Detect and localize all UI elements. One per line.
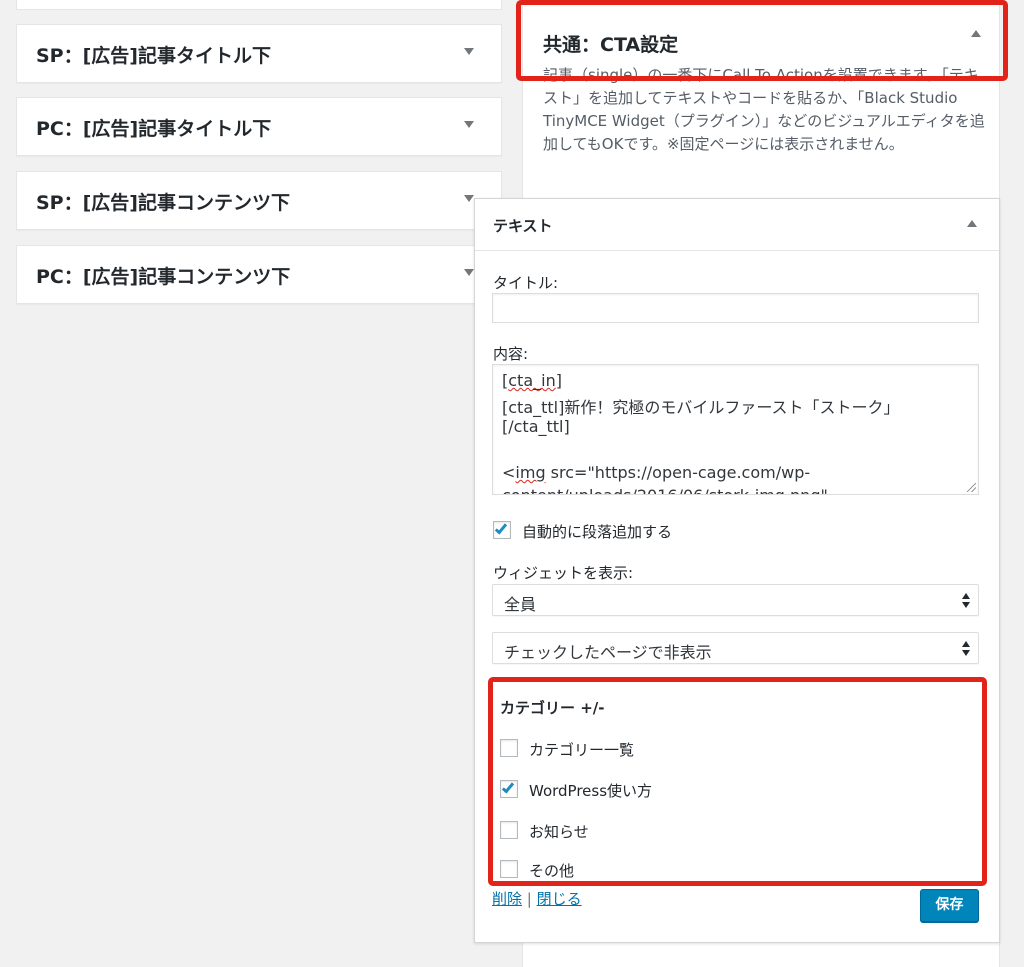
checkmark-icon [494,521,508,535]
cta-description: 記事（single）の一番下にCall To Actionを設置できます。「テキ… [543,66,985,153]
title-label: タイトル: [493,274,559,292]
panel-pc-content-below[interactable]: PC：[広告]記事コンテンツ下 [16,245,502,304]
content-line: content/uploads/2016/06/stork-img.png" [502,486,828,494]
widget-header[interactable]: テキスト [475,199,999,251]
content-label: 内容: [493,345,529,363]
chevron-down-icon[interactable] [464,195,474,202]
widget-title: テキスト [493,217,553,235]
separator: | [526,890,532,908]
category-checkbox[interactable] [500,860,518,878]
content-textarea[interactable]: [cta_in] [cta_ttl]新作！究極のモバイルファースト「ストーク」 … [492,364,979,495]
category-label: カテゴリー一覧 [529,741,635,759]
select-value: チェックしたページで非表示 [504,643,712,662]
category-label: その他 [529,862,575,880]
select-arrows-icon [962,641,972,657]
close-link[interactable]: 閉じる [537,890,582,908]
categories-heading[interactable]: カテゴリー +/- [500,697,605,718]
category-checkbox[interactable] [500,739,518,757]
category-checkbox[interactable] [500,821,518,839]
select-arrows-icon [962,593,972,609]
resize-handle-icon[interactable] [967,483,976,492]
save-button[interactable]: 保存 [920,889,979,922]
autop-checkbox[interactable] [493,521,511,539]
show-widget-label: ウィジェットを表示: [493,564,634,582]
chevron-down-icon[interactable] [464,269,474,276]
chevron-up-icon[interactable] [967,220,977,227]
category-checkbox[interactable] [500,780,518,798]
checkmark-icon [501,780,515,794]
select-value: 全員 [504,595,537,614]
chevron-down-icon[interactable] [464,48,474,55]
panel-title: PC：[広告]記事タイトル下 [36,118,272,140]
panel-pc-title-below[interactable]: PC：[広告]記事タイトル下 [16,97,502,156]
panel-title: SP：[広告]記事コンテンツ下 [36,192,290,214]
content-line: [/cta_ttl] [502,417,570,436]
content-line: [cta_in] [502,371,562,390]
widget-actions: 削除 | 閉じる [492,888,582,909]
delete-link[interactable]: 削除 [492,890,522,908]
panel-sp-title-below[interactable]: SP：[広告]記事タイトル下 [16,24,502,83]
show-widget-select[interactable]: 全員 [492,584,979,616]
panel-title: SP：[広告]記事タイトル下 [36,45,271,67]
panel-title: PC：[広告]記事コンテンツ下 [36,266,291,288]
category-label: お知らせ [529,823,589,841]
chevron-up-icon[interactable] [971,30,981,37]
content-line: [cta_ttl]新作！究極のモバイルファースト「ストーク」 [502,398,900,417]
autop-label: 自動的に段落追加する [522,523,673,541]
panel-top-partial [16,0,502,10]
title-input[interactable] [492,293,979,323]
panel-sp-content-below[interactable]: SP：[広告]記事コンテンツ下 [16,171,502,230]
cta-sidebar-title[interactable]: 共通：CTA設定 [543,30,678,57]
category-label: WordPress使い方 [529,782,653,800]
page-visibility-select[interactable]: チェックしたページで非表示 [492,632,979,664]
content-line: <img src="https://open-cage.com/wp- [502,463,811,482]
chevron-down-icon[interactable] [464,121,474,128]
